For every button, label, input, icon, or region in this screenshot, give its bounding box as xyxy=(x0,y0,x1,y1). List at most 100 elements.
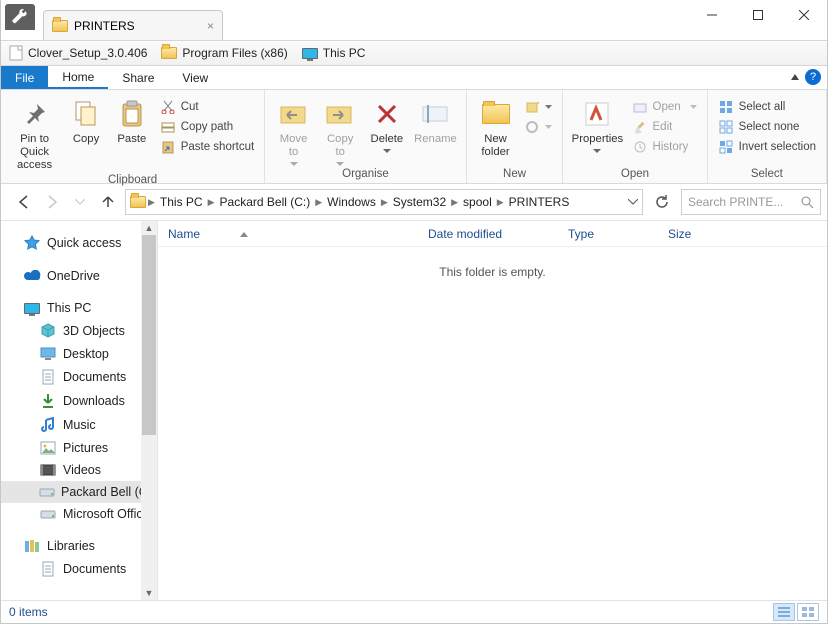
tree-item[interactable]: Pictures xyxy=(1,437,157,459)
help-icon[interactable]: ? xyxy=(805,69,821,85)
cut-button[interactable]: Cut xyxy=(156,98,259,116)
easy-access-button[interactable] xyxy=(520,118,556,136)
tab-close-icon[interactable]: × xyxy=(207,19,214,33)
tree-item[interactable]: Desktop xyxy=(1,343,157,365)
new-item-button[interactable]: ✦ xyxy=(520,98,556,116)
navigation-tree[interactable]: Quick access OneDrive This PC3D ObjectsDes… xyxy=(1,221,157,600)
select-all-button[interactable]: Select all xyxy=(714,98,820,116)
nav-recent-dropdown[interactable] xyxy=(69,191,91,213)
column-header-name[interactable]: Name xyxy=(158,227,418,241)
tree-item-label: Documents xyxy=(63,370,126,384)
breadcrumb[interactable]: System32 xyxy=(390,195,449,209)
window-close-button[interactable] xyxy=(781,0,827,30)
column-header-size[interactable]: Size xyxy=(658,227,827,241)
select-none-button[interactable]: Select none xyxy=(714,118,820,136)
breadcrumb[interactable]: spool xyxy=(460,195,495,209)
bookmark-item[interactable]: Clover_Setup_3.0.406 xyxy=(9,45,147,61)
app-menu-button[interactable] xyxy=(5,4,35,30)
tree-item[interactable]: Packard Bell (C:) xyxy=(1,481,157,503)
refresh-button[interactable] xyxy=(649,189,675,215)
chevron-right-icon[interactable]: ▶ xyxy=(148,197,155,208)
browser-tab[interactable]: PRINTERS × xyxy=(43,10,223,40)
window-maximize-button[interactable] xyxy=(735,0,781,30)
edit-button[interactable]: Edit xyxy=(628,118,701,136)
copy-to-button[interactable]: Copy to xyxy=(318,96,363,166)
tree-item-label: Microsoft Office xyxy=(63,507,150,521)
copy-button[interactable]: Copy xyxy=(64,96,108,146)
chevron-down-icon[interactable] xyxy=(628,199,638,205)
tree-item[interactable]: Libraries xyxy=(1,535,157,557)
tree-item[interactable]: Documents xyxy=(1,365,157,389)
scroll-up-icon[interactable]: ▲ xyxy=(141,221,157,235)
collapse-ribbon-icon[interactable] xyxy=(791,74,799,80)
chevron-right-icon[interactable]: ▶ xyxy=(208,197,215,208)
tree-item[interactable]: OneDrive xyxy=(1,265,157,287)
delete-icon xyxy=(375,102,399,126)
tree-item[interactable]: Quick access xyxy=(1,231,157,255)
pin-to-quick-access-button[interactable]: Pin to Quick access xyxy=(7,96,62,172)
tree-item-label: Libraries xyxy=(47,539,95,553)
column-header-date[interactable]: Date modified xyxy=(418,227,558,241)
scrollbar[interactable]: ▲ ▼ xyxy=(141,221,157,600)
open-button[interactable]: Open xyxy=(628,98,701,116)
nav-back-button[interactable] xyxy=(13,191,35,213)
window-minimize-button[interactable] xyxy=(689,0,735,30)
copy-icon xyxy=(72,100,100,128)
tree-item[interactable]: Microsoft Office xyxy=(1,503,157,525)
ribbon-tab-share[interactable]: Share xyxy=(108,66,168,89)
easy-access-icon xyxy=(524,119,540,135)
breadcrumb[interactable]: Windows xyxy=(324,195,379,209)
nav-up-button[interactable] xyxy=(97,191,119,213)
paste-button[interactable]: Paste xyxy=(110,96,154,146)
column-header-type[interactable]: Type xyxy=(558,227,658,241)
bookmark-item[interactable]: Program Files (x86) xyxy=(161,46,287,60)
group-title-organise: Organise xyxy=(271,166,460,183)
view-details-button[interactable] xyxy=(773,603,795,621)
breadcrumb[interactable]: PRINTERS xyxy=(506,195,573,209)
ribbon-tab-home[interactable]: Home xyxy=(48,66,108,89)
tree-item[interactable]: Videos xyxy=(1,459,157,481)
address-bar[interactable]: ▶ This PC▶ Packard Bell (C:)▶ Windows▶ S… xyxy=(125,189,643,215)
doc-icon xyxy=(39,561,57,577)
folder-icon xyxy=(130,196,146,208)
rename-button[interactable]: Rename xyxy=(411,96,460,146)
drive-icon xyxy=(39,508,57,520)
nav-forward-button[interactable] xyxy=(41,191,63,213)
breadcrumb[interactable]: Packard Bell (C:) xyxy=(217,195,314,209)
properties-button[interactable]: Properties xyxy=(569,96,625,153)
music-icon xyxy=(39,417,57,433)
scroll-down-icon[interactable]: ▼ xyxy=(141,586,157,600)
history-button[interactable]: History xyxy=(628,138,701,156)
onedrive-icon xyxy=(23,270,41,282)
tree-item-label: Downloads xyxy=(63,394,125,408)
tree-item[interactable]: Music xyxy=(1,413,157,437)
tree-item[interactable]: Documents xyxy=(1,557,157,581)
bookmark-item[interactable]: This PC xyxy=(302,46,366,60)
folder-icon xyxy=(52,20,68,32)
view-icons-button[interactable] xyxy=(797,603,819,621)
delete-button[interactable]: Delete xyxy=(365,96,410,153)
search-input[interactable]: Search PRINTE... xyxy=(681,189,821,215)
breadcrumb[interactable]: This PC xyxy=(157,195,206,209)
tree-item-label: Quick access xyxy=(47,236,121,250)
move-to-button[interactable]: Move to xyxy=(271,96,316,166)
tree-item[interactable]: 3D Objects xyxy=(1,319,157,343)
tree-item[interactable]: This PC xyxy=(1,297,157,319)
chevron-right-icon[interactable]: ▶ xyxy=(315,197,322,208)
copy-path-button[interactable]: Copy path xyxy=(156,118,259,136)
chevron-right-icon[interactable]: ▶ xyxy=(381,197,388,208)
scroll-thumb[interactable] xyxy=(142,235,156,435)
chevron-right-icon[interactable]: ▶ xyxy=(497,197,504,208)
invert-selection-button[interactable]: Invert selection xyxy=(714,138,820,156)
search-icon xyxy=(801,196,814,209)
paste-shortcut-button[interactable]: Paste shortcut xyxy=(156,138,259,156)
star-icon xyxy=(23,235,41,251)
new-item-icon: ✦ xyxy=(524,99,540,115)
tree-item[interactable]: Downloads xyxy=(1,389,157,413)
ribbon-tab-file[interactable]: File xyxy=(1,66,48,89)
edit-icon xyxy=(632,119,648,135)
tab-title: PRINTERS xyxy=(74,19,135,33)
ribbon-tab-view[interactable]: View xyxy=(168,66,222,89)
new-folder-button[interactable]: New folder xyxy=(473,96,519,159)
chevron-right-icon[interactable]: ▶ xyxy=(451,197,458,208)
